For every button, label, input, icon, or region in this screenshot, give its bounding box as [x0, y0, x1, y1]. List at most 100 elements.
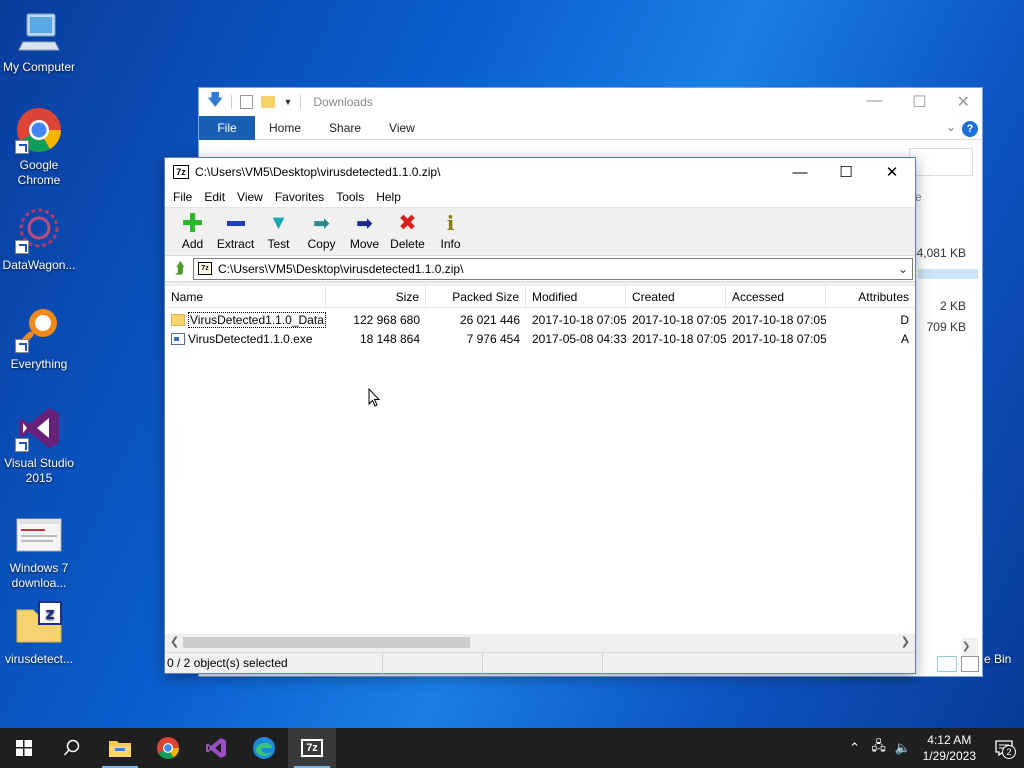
7zip-icon: 7z [301, 739, 323, 757]
taskbar-chrome[interactable] [144, 728, 192, 768]
clock[interactable]: 4:12 AM 1/29/2023 [915, 732, 984, 764]
column-header-accessed[interactable]: Accessed [726, 286, 826, 308]
search-button[interactable] [48, 728, 96, 768]
new-folder-icon[interactable] [261, 96, 276, 108]
network-icon[interactable]: 🖧 [867, 737, 891, 759]
item-created: 2017-10-18 07:05 [632, 331, 726, 346]
file-list[interactable]: Name Size Packed Size Modified Created A… [165, 286, 915, 634]
status-bar: 0 / 2 object(s) selected [165, 652, 915, 674]
desktop-icon-label: Everything [10, 357, 68, 371]
list-header: Name Size Packed Size Modified Created A… [165, 286, 915, 308]
delete-button[interactable]: ✖ Delete [386, 210, 429, 251]
column-header-size[interactable]: Size [326, 286, 426, 308]
scrollbar-thumb[interactable] [183, 637, 470, 648]
ribbon-tab-file[interactable]: File [199, 115, 255, 140]
7zip-window[interactable]: 7z C:\Users\VM5\Desktop\virusdetected1.1… [164, 157, 916, 674]
menu-edit[interactable]: Edit [198, 190, 231, 204]
scroll-left-icon[interactable]: ❮ [170, 635, 179, 648]
ribbon-tab-view[interactable]: View [375, 121, 429, 135]
7zip-titlebar[interactable]: 7z C:\Users\VM5\Desktop\virusdetected1.1… [165, 158, 915, 186]
menu-bar: File Edit View Favorites Tools Help [165, 186, 915, 208]
volume-icon[interactable]: 🔈 [891, 740, 915, 756]
up-folder-icon[interactable]: ⮭ [167, 258, 193, 280]
menu-favorites[interactable]: Favorites [269, 190, 330, 204]
desktop-icon-visual-studio[interactable]: Visual Studio 2015 [0, 404, 78, 486]
extract-button[interactable]: Extract [214, 211, 257, 251]
desktop-icon-everything[interactable]: Everything [0, 305, 78, 372]
close-icon: ✕ [885, 164, 899, 181]
status-panel [383, 652, 483, 674]
visual-studio-icon [206, 738, 226, 758]
download-arrow-icon[interactable]: 🡇 [207, 89, 223, 116]
taskbar-edge[interactable] [240, 728, 288, 768]
column-header-name[interactable]: Name [165, 286, 326, 308]
taskbar-visual-studio[interactable] [192, 728, 240, 768]
large-icons-view-icon[interactable] [961, 656, 979, 672]
visual-studio-icon [15, 404, 63, 452]
recycle-bin-label[interactable]: e Bin [984, 652, 1011, 666]
close-button[interactable]: ✕ [869, 158, 915, 186]
details-view-icon[interactable] [937, 656, 957, 672]
help-icon[interactable]: ? [962, 121, 978, 137]
menu-tools[interactable]: Tools [330, 190, 370, 204]
start-button[interactable] [0, 728, 48, 768]
column-header-packed-size[interactable]: Packed Size [426, 286, 526, 308]
add-button[interactable]: ✚ Add [171, 208, 214, 252]
scroll-right-button[interactable]: ❯ [962, 638, 978, 656]
move-button[interactable]: ➡ Move [343, 211, 386, 252]
chevron-up-icon[interactable]: ⌃ [843, 740, 867, 756]
zip-archive-icon: z [15, 600, 63, 648]
item-attributes: A [900, 331, 909, 346]
info-button[interactable]: i Info [429, 211, 472, 251]
quick-access-dropdown-icon[interactable]: ▼ [283, 97, 292, 107]
desktop-icon-virusdetected[interactable]: z virusdetect... [0, 600, 78, 667]
desktop-icon-label: Windows 7 downloa... [9, 561, 69, 590]
status-panel [603, 653, 703, 674]
list-item[interactable]: VirusDetected1.1.0.exe 18 148 864 7 976 … [165, 329, 915, 348]
notification-count-badge: 2 [1002, 745, 1016, 759]
address-input[interactable]: 7z C:\Users\VM5\Desktop\virusdetected1.1… [193, 257, 913, 280]
copy-arrow-icon: ➡ [313, 212, 330, 235]
column-header-attributes[interactable]: Attributes [826, 286, 915, 308]
datawagon-icon [15, 206, 63, 254]
item-attributes: D [900, 312, 909, 327]
desktop-icon-datawagon[interactable]: DataWagon... [0, 206, 78, 273]
menu-view[interactable]: View [231, 190, 269, 204]
maximize-button[interactable]: ☐ [823, 158, 869, 186]
explorer-titlebar[interactable]: 🡇 ▼ Downloads — ☐ ✕ [199, 88, 982, 116]
file-size: 709 KB [926, 320, 966, 334]
item-packed-size: 26 021 446 [459, 312, 520, 327]
status-panel [483, 652, 603, 674]
scroll-right-icon[interactable]: ❯ [901, 635, 910, 648]
close-icon[interactable]: ✕ [957, 92, 970, 112]
taskbar-file-explorer[interactable] [96, 728, 144, 768]
column-header-created[interactable]: Created [626, 286, 726, 308]
mouse-cursor-icon [368, 388, 380, 407]
minimize-button[interactable]: — [777, 158, 823, 186]
list-item[interactable]: VirusDetected1.1.0_Data 122 968 680 26 0… [165, 310, 915, 329]
notification-button[interactable]: 2 [984, 728, 1024, 768]
properties-checkmark-icon[interactable] [240, 95, 254, 109]
desktop-icon-my-computer[interactable]: My Computer [0, 8, 78, 75]
test-button[interactable]: ▼ Test [257, 211, 300, 252]
maximize-icon[interactable]: ☐ [912, 92, 926, 112]
desktop-icon-windows7-download[interactable]: Windows 7 downloa... [0, 515, 78, 591]
desktop-icon-label: Google Chrome [17, 158, 61, 187]
search-box[interactable] [909, 148, 973, 176]
menu-file[interactable]: File [167, 190, 198, 204]
chevron-down-icon[interactable]: ⌄ [894, 262, 912, 276]
item-name: VirusDetected1.1.0.exe [188, 331, 313, 346]
ribbon-tab-home[interactable]: Home [255, 121, 315, 135]
taskbar-7zip[interactable]: 7z [288, 728, 336, 768]
webpage-file-icon [15, 515, 63, 563]
desktop-icon-google-chrome[interactable]: Google Chrome [0, 106, 78, 188]
minimize-icon[interactable]: — [866, 92, 882, 112]
horizontal-scrollbar[interactable]: ❮ ❯ [165, 634, 915, 651]
copy-button[interactable]: ➡ Copy [300, 211, 343, 252]
minus-icon [226, 211, 245, 235]
ribbon-tab-share[interactable]: Share [315, 121, 375, 135]
column-header-modified[interactable]: Modified [526, 286, 626, 308]
chevron-right-icon: ❯ [962, 641, 971, 652]
menu-help[interactable]: Help [370, 190, 407, 204]
ribbon-expand-chevron-icon[interactable]: ⌄ [946, 120, 956, 134]
